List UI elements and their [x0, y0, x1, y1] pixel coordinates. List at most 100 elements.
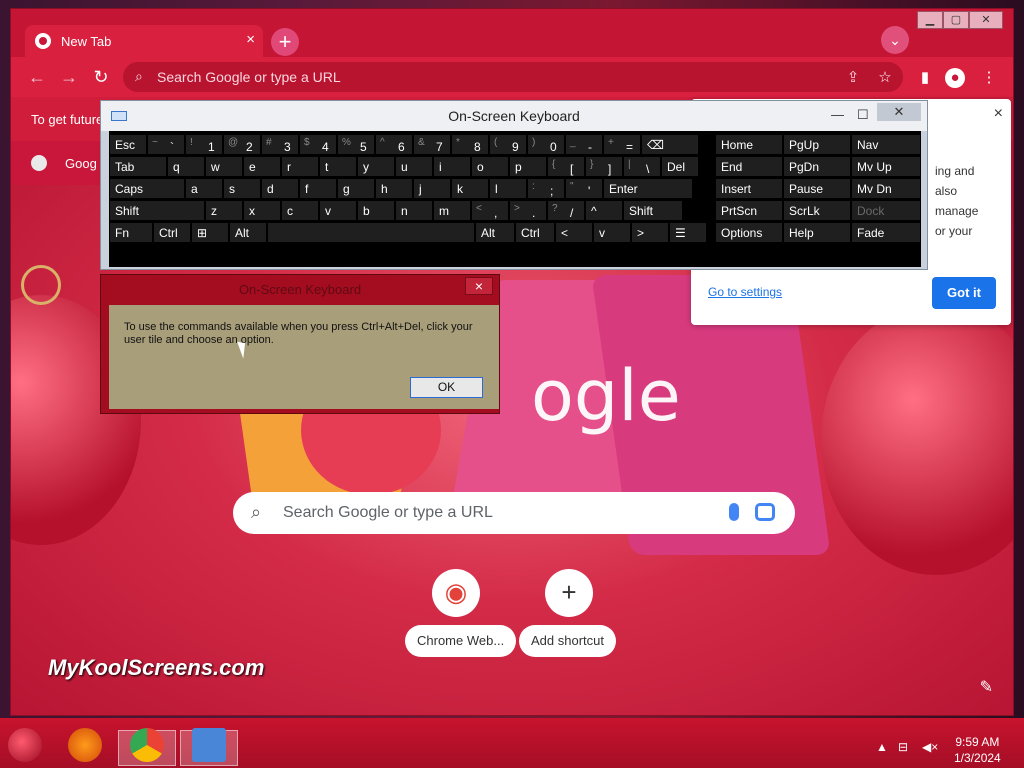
osk-key[interactable]: }] — [585, 156, 623, 177]
popup-close-icon[interactable]: × — [994, 105, 1003, 123]
osk-key[interactable]: q — [167, 156, 205, 177]
shortcut-tile-chrome-web-store[interactable]: ◉ — [432, 569, 480, 617]
osk-maximize-button[interactable]: ☐ — [857, 101, 869, 129]
osk-key[interactable]: p — [509, 156, 547, 177]
osk-key[interactable]: h — [375, 178, 413, 199]
osk-key[interactable]: >. — [509, 200, 547, 221]
osk-key[interactable]: | \ — [623, 156, 661, 177]
voice-search-icon[interactable] — [729, 503, 739, 521]
osk-key[interactable]: o — [471, 156, 509, 177]
osk-nav-key[interactable]: Mv Up — [851, 156, 921, 177]
osk-key[interactable]: & 7 — [413, 134, 451, 155]
new-tab-button[interactable]: + — [271, 28, 299, 56]
osk-key[interactable]: * 8 — [451, 134, 489, 155]
osk-key[interactable]: t — [319, 156, 357, 177]
firefox-icon[interactable] — [68, 728, 102, 762]
reload-icon[interactable]: ↻ — [89, 65, 113, 89]
forward-arrow-icon[interactable]: → — [57, 65, 81, 89]
close-window-button[interactable]: ✕ — [969, 11, 1003, 29]
osk-key[interactable]: Alt — [475, 222, 515, 243]
profile-avatar-icon[interactable]: ● — [945, 68, 965, 88]
osk-key[interactable]: Ctrl — [515, 222, 555, 243]
got-it-button[interactable]: Got it — [932, 277, 996, 309]
osk-key[interactable]: ⊞ — [191, 222, 229, 243]
osk-key[interactable]: Tab — [109, 156, 167, 177]
osk-key[interactable]: > — [631, 222, 669, 243]
osk-key[interactable]: Caps — [109, 178, 185, 199]
tab-close-icon[interactable]: × — [246, 31, 255, 48]
side-panel-icon[interactable]: ▮ — [915, 68, 935, 88]
bookmark-item[interactable]: Goog — [31, 155, 97, 171]
osk-nav-key[interactable]: End — [715, 156, 783, 177]
osk-key[interactable]: u — [395, 156, 433, 177]
osk-key[interactable]: Esc — [109, 134, 147, 155]
osk-key[interactable]: f — [299, 178, 337, 199]
minimize-button[interactable]: ▁ — [917, 11, 943, 29]
osk-key[interactable]: Shift — [623, 200, 683, 221]
osk-minimize-button[interactable]: — — [831, 101, 844, 129]
go-to-settings-link[interactable]: Go to settings — [708, 285, 782, 299]
osk-key[interactable]: j — [413, 178, 451, 199]
osk-key[interactable]: Ctrl — [153, 222, 191, 243]
osk-key[interactable]: v — [593, 222, 631, 243]
osk-key[interactable]: b — [357, 200, 395, 221]
osk-key[interactable]: Alt — [229, 222, 267, 243]
osk-key[interactable]: n — [395, 200, 433, 221]
osk-key[interactable]: i — [433, 156, 471, 177]
osk-key[interactable]: Enter — [603, 178, 693, 199]
osk-key[interactable]: % 5 — [337, 134, 375, 155]
osk-key[interactable]: " ' — [565, 178, 603, 199]
osk-key[interactable]: c — [281, 200, 319, 221]
dialog-ok-button[interactable]: OK — [410, 377, 483, 398]
shortcut-label-chrome-web-store[interactable]: Chrome Web... — [405, 625, 517, 657]
osk-key[interactable]: Fn — [109, 222, 153, 243]
osk-key[interactable]: l — [489, 178, 527, 199]
osk-key[interactable]: ^ — [585, 200, 623, 221]
osk-key[interactable]: ~ ` — [147, 134, 185, 155]
osk-key[interactable]: < — [555, 222, 593, 243]
tab-search-icon[interactable]: ⌄ — [881, 26, 909, 54]
start-orb-icon[interactable] — [8, 728, 42, 762]
osk-key[interactable]: Del — [661, 156, 699, 177]
osk-key[interactable]: ! 1 — [185, 134, 223, 155]
osk-key[interactable]: ^ 6 — [375, 134, 413, 155]
osk-key[interactable]: g — [337, 178, 375, 199]
osk-key[interactable]: ) 0 — [527, 134, 565, 155]
volume-muted-icon[interactable]: ◀× — [922, 740, 938, 754]
osk-key[interactable] — [267, 222, 475, 243]
osk-key[interactable]: z — [205, 200, 243, 221]
address-bar[interactable]: ⌕ Search Google or type a URL — [123, 62, 903, 92]
osk-key[interactable]: y — [357, 156, 395, 177]
osk-key[interactable]: d — [261, 178, 299, 199]
osk-key[interactable]: {[ — [547, 156, 585, 177]
osk-nav-key[interactable]: PrtScn — [715, 200, 783, 221]
dialog-close-button[interactable]: × — [465, 277, 493, 295]
osk-nav-key[interactable]: Mv Dn — [851, 178, 921, 199]
osk-key[interactable]: s — [223, 178, 261, 199]
osk-key[interactable]: (9 — [489, 134, 527, 155]
osk-nav-key[interactable]: Insert — [715, 178, 783, 199]
customize-pencil-icon[interactable]: ✎ — [980, 677, 993, 697]
osk-key[interactable]: ? / — [547, 200, 585, 221]
back-arrow-icon[interactable]: ← — [25, 65, 49, 89]
osk-key[interactable]: :; — [527, 178, 565, 199]
osk-nav-key[interactable]: PgDn — [783, 156, 851, 177]
osk-key[interactable]: ☰ — [669, 222, 707, 243]
osk-nav-key[interactable]: Home — [715, 134, 783, 155]
maximize-button[interactable]: ▢ — [943, 11, 969, 29]
menu-kebab-icon[interactable]: ⋮ — [979, 68, 999, 88]
add-shortcut-label[interactable]: Add shortcut — [519, 625, 616, 657]
bookmark-star-icon[interactable]: ☆ — [875, 68, 895, 88]
osk-key[interactable]: k — [451, 178, 489, 199]
osk-key[interactable]: $4 — [299, 134, 337, 155]
osk-key[interactable]: Shift — [109, 200, 205, 221]
add-shortcut-button[interactable]: + — [545, 569, 593, 617]
osk-key[interactable]: e — [243, 156, 281, 177]
osk-nav-key[interactable]: Help — [783, 222, 851, 243]
osk-key[interactable]: ⌫ — [641, 134, 699, 155]
osk-close-button[interactable]: ✕ — [877, 103, 921, 121]
osk-key[interactable]: r — [281, 156, 319, 177]
osk-key[interactable]: v — [319, 200, 357, 221]
osk-key[interactable]: x — [243, 200, 281, 221]
show-hidden-icons-icon[interactable]: ▲ — [876, 740, 888, 754]
